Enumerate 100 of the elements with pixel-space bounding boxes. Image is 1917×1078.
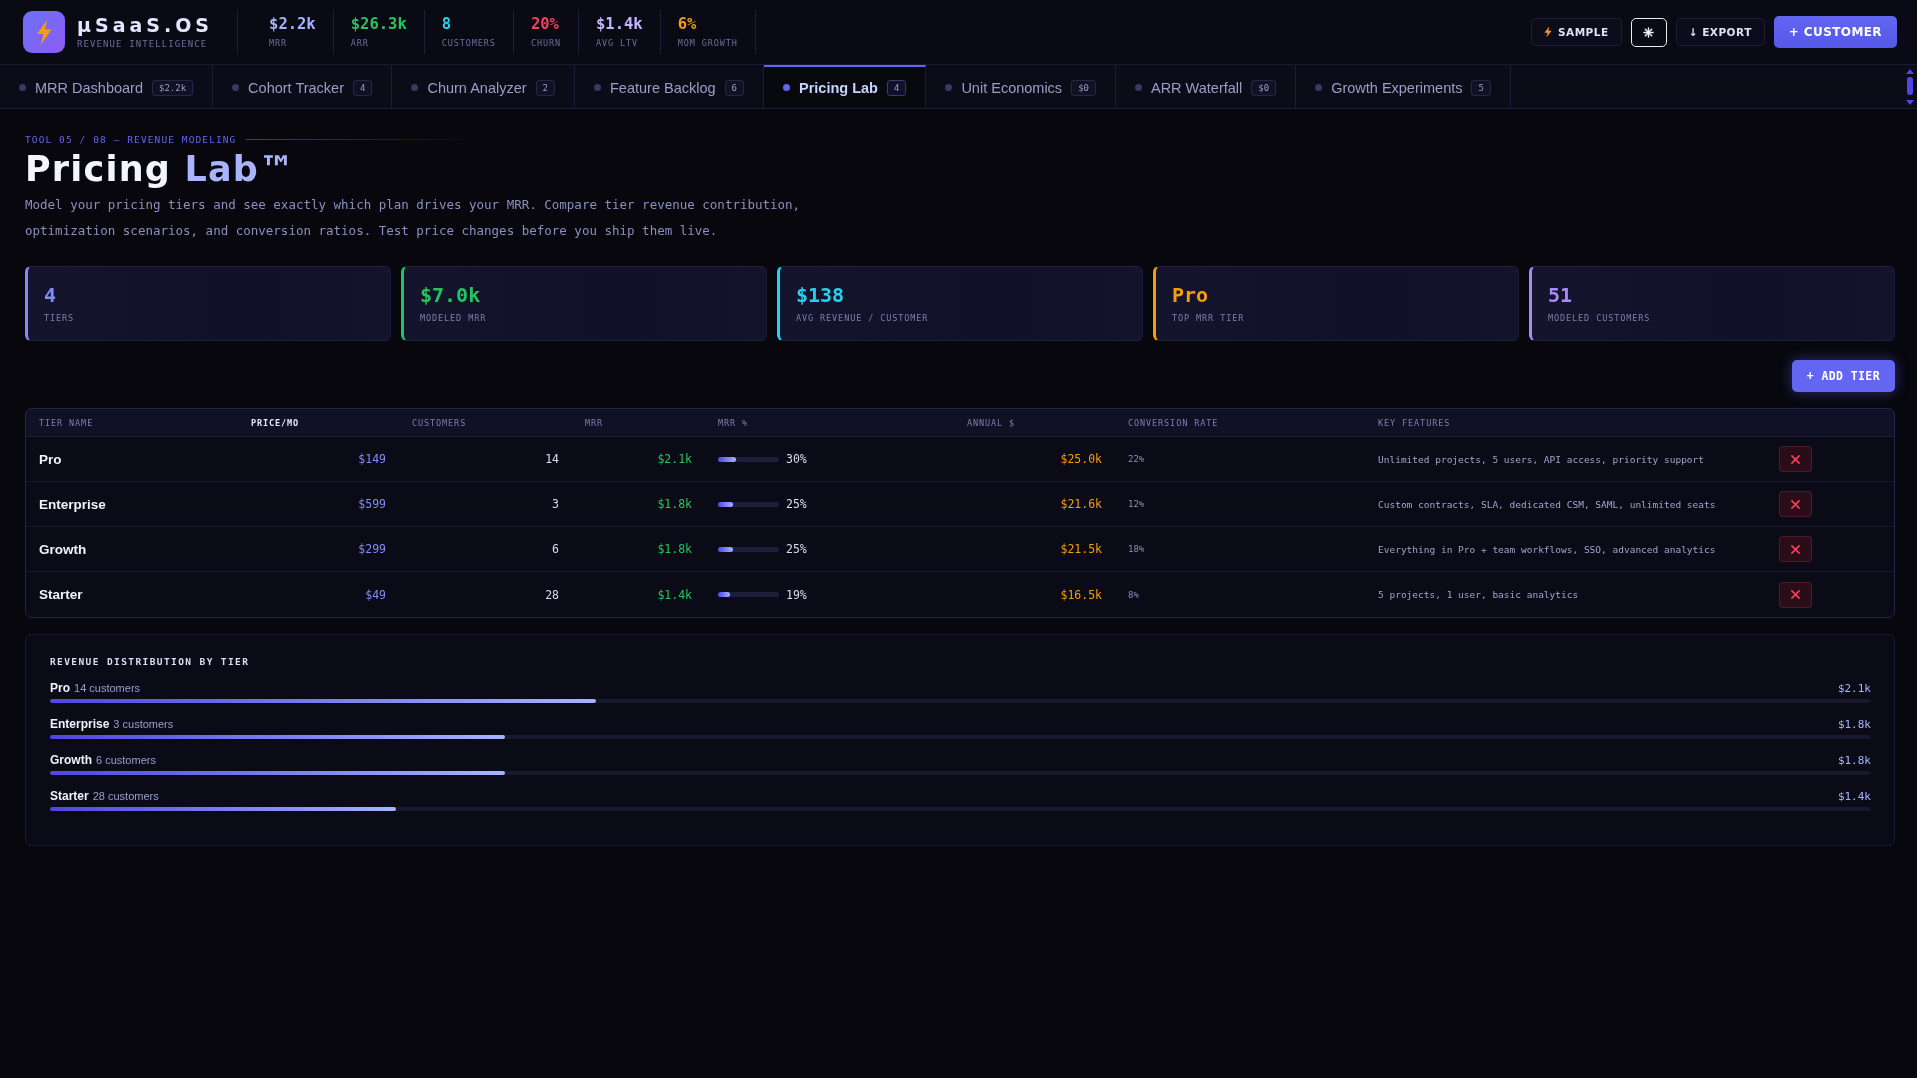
- customer-count: 3 customers: [113, 718, 174, 730]
- icon-button[interactable]: [1630, 17, 1667, 47]
- dot-icon: [411, 84, 419, 91]
- tier-name: Starter: [39, 587, 83, 602]
- tier-name: Enterprise: [50, 717, 110, 731]
- customer-count: 6: [552, 542, 559, 556]
- count-badge: 2: [535, 79, 555, 96]
- scrollbar[interactable]: [1906, 68, 1914, 105]
- stat-value: $26.3k: [350, 16, 407, 33]
- column-header: MRR %: [718, 417, 749, 428]
- mrr-share-value: 25%: [786, 542, 807, 556]
- column-header: TIER NAME: [39, 417, 94, 428]
- mrr-share-value: 30%: [786, 452, 807, 466]
- brand-tagline: REVENUE INTELLIGENCE: [77, 39, 209, 49]
- feature-list: 5 projects, 1 user, basic analytics: [1378, 589, 1579, 600]
- tab[interactable]: ARR Waterfall $0: [1115, 65, 1297, 108]
- count-badge: 4: [353, 79, 373, 96]
- stat-label: CUSTOMERS: [441, 38, 496, 48]
- price-value: $599: [358, 497, 386, 511]
- tab[interactable]: Pricing Lab 4: [764, 65, 927, 108]
- annual-value: $25.0k: [1060, 452, 1102, 466]
- column-header: CONVERSION RATE: [1128, 417, 1219, 428]
- dot-icon: [783, 84, 790, 91]
- card-label: TOP MRR TIER: [1172, 313, 1245, 323]
- export-button[interactable]: ↓ EXPORT: [1675, 18, 1765, 46]
- stat-value: 20%: [530, 16, 560, 33]
- tab[interactable]: Unit Economics $0: [926, 65, 1116, 108]
- mrr-share-value: 19%: [786, 587, 807, 602]
- mrr-value: $1.4k: [657, 587, 692, 602]
- mrr-share-value: 25%: [786, 497, 807, 511]
- stat-label: ARR: [350, 38, 370, 48]
- customer-count: 6 customers: [96, 754, 156, 766]
- feature-list: Everything in Pro + team workflows, SSO, advanced analytics: [1378, 543, 1716, 555]
- count-badge: 4: [886, 79, 907, 96]
- lightning-icon: [1543, 26, 1552, 38]
- card-value: 4: [44, 284, 57, 306]
- tier-name: Growth: [50, 753, 92, 767]
- dot-icon: [945, 84, 953, 91]
- customer-count: 14 customers: [74, 682, 141, 694]
- revenue-value: $1.8k: [1837, 754, 1871, 767]
- conversion-rate: 12%: [1128, 499, 1145, 509]
- tier-name: Starter: [50, 789, 89, 803]
- dot-icon: [19, 84, 26, 91]
- mrr-value: $2.1k: [657, 452, 692, 466]
- card-label: AVG REVENUE / CUSTOMER: [796, 313, 929, 323]
- cross-icon: [1791, 499, 1800, 509]
- column-header: CUSTOMERS: [412, 417, 467, 428]
- count-badge: 6: [724, 79, 744, 96]
- feature-list: Custom contracts, SLA, dedicated CSM, SAML, unlimited seats: [1378, 498, 1716, 510]
- cross-icon: [1791, 544, 1800, 554]
- card-label: MODELED MRR: [420, 313, 487, 323]
- brand-name: µSaaS.OS: [77, 15, 214, 35]
- delete-button[interactable]: [1779, 581, 1812, 608]
- price-value: $49: [365, 587, 386, 602]
- tier-name: Pro: [50, 681, 70, 695]
- stat-value: $2.2k: [269, 16, 316, 33]
- tab[interactable]: Cohort Tracker 4: [213, 65, 393, 108]
- tab[interactable]: MRR Dashboard $2.2k: [0, 65, 214, 108]
- count-badge: $2.2k: [152, 79, 194, 96]
- dot-icon: [1134, 84, 1142, 91]
- dot-icon: [1315, 84, 1323, 91]
- revenue-value: $1.8k: [1837, 718, 1871, 731]
- stat-value: 8: [441, 16, 453, 33]
- page-title: Pricing Lab™: [25, 151, 296, 188]
- revenue-value: $1.4k: [1837, 790, 1871, 803]
- count-badge: $0: [1251, 79, 1277, 96]
- cross-icon: [1791, 454, 1800, 464]
- count-badge: 5: [1471, 79, 1491, 96]
- customer-count: 3: [552, 497, 559, 511]
- tier-name: Growth: [39, 541, 87, 557]
- conversion-rate: 22%: [1128, 454, 1145, 464]
- breadcrumb: TOOL 05 / 08 — REVENUE MODELING: [25, 134, 237, 145]
- delete-button[interactable]: [1779, 491, 1812, 517]
- tier-name: Enterprise: [39, 496, 106, 512]
- tab[interactable]: Growth Experiments 5: [1296, 65, 1511, 108]
- tier-name: Pro: [39, 451, 62, 467]
- price-value: $149: [358, 452, 386, 466]
- column-header: MRR: [585, 417, 604, 428]
- stat-label: MRR: [269, 38, 289, 48]
- card-label: MODELED CUSTOMERS: [1548, 313, 1651, 323]
- conversion-rate: 18%: [1128, 544, 1145, 554]
- customer-count: 28: [545, 587, 559, 602]
- column-header: KEY FEATURES: [1378, 417, 1451, 428]
- annual-value: $21.6k: [1060, 497, 1102, 511]
- tab[interactable]: Churn Analyzer 2: [392, 65, 575, 108]
- sample-button[interactable]: SAMPLE: [1530, 18, 1622, 46]
- price-value: $299: [358, 542, 386, 556]
- dot-icon: [594, 84, 601, 91]
- card-value: 51: [1548, 284, 1573, 306]
- card-value: $138: [796, 284, 845, 306]
- card-value: $7.0k: [420, 284, 481, 306]
- stat-value: $1.4k: [596, 16, 643, 33]
- delete-button[interactable]: [1779, 446, 1812, 472]
- revenue-value: $2.1k: [1837, 682, 1871, 695]
- cross-icon: [1791, 590, 1800, 599]
- add-tier-button[interactable]: + ADD TIER: [1791, 360, 1895, 392]
- count-badge: $0: [1071, 79, 1096, 96]
- delete-button[interactable]: [1779, 536, 1812, 562]
- stat-label: CHURN: [530, 38, 561, 48]
- add-customer-button[interactable]: + CUSTOMER: [1773, 16, 1897, 48]
